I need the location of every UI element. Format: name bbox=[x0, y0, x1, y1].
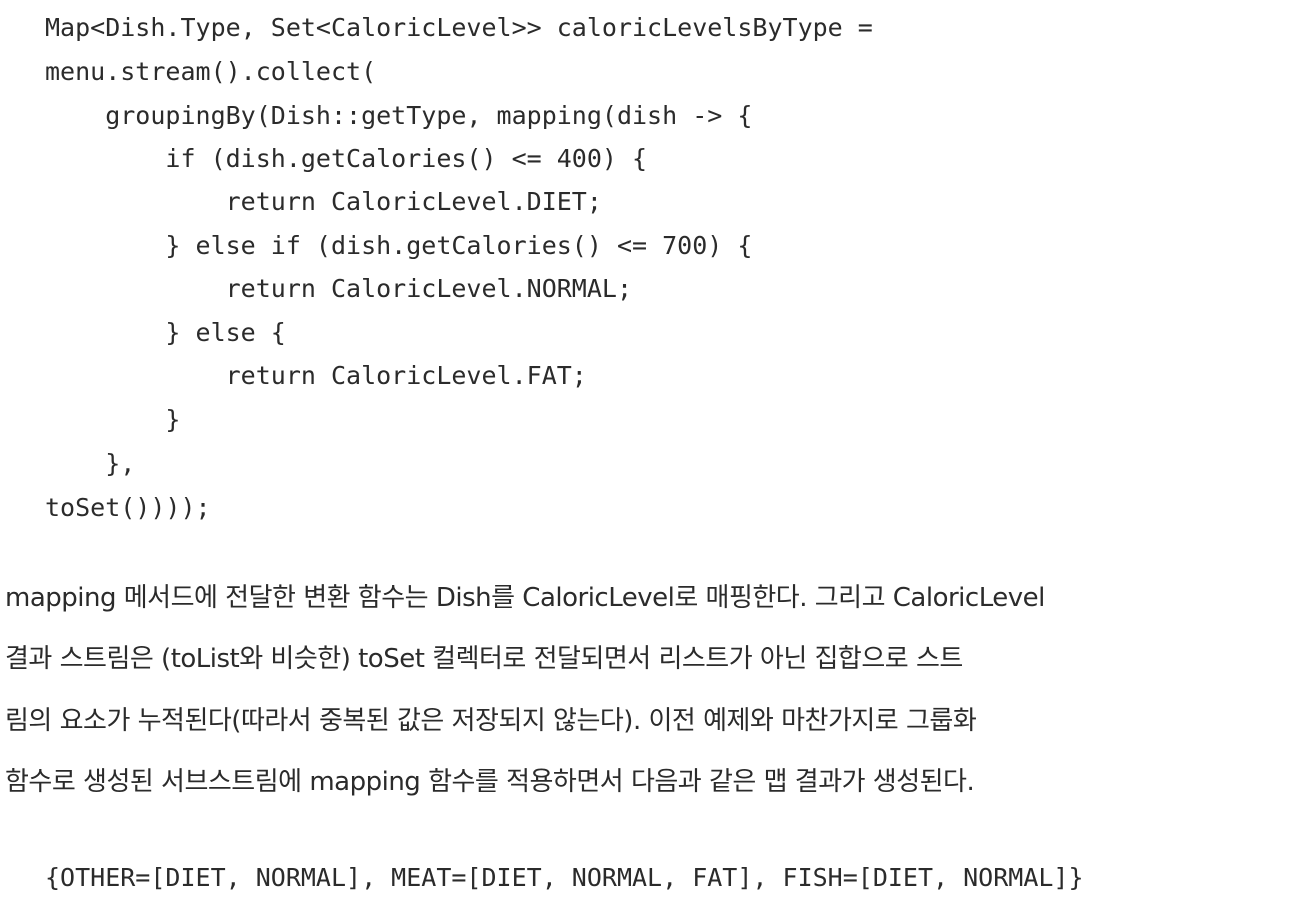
paragraph-line: 결과 스트림은 (toList와 비슷한) toSet 컬렉터로 전달되면서 리… bbox=[5, 644, 963, 674]
code-line: toSet()))); bbox=[45, 493, 211, 522]
result-output: {OTHER=[DIET, NORMAL], MEAT=[DIET, NORMA… bbox=[45, 863, 1084, 892]
code-line: return CaloricLevel.NORMAL; bbox=[45, 274, 632, 303]
code-line: groupingBy(Dish::getType, mapping(dish -… bbox=[45, 101, 753, 130]
code-line: if (dish.getCalories() <= 400) { bbox=[45, 144, 648, 173]
code-line: Map<Dish.Type, Set<CaloricLevel>> calori… bbox=[45, 13, 873, 42]
code-line: } bbox=[45, 405, 181, 434]
paragraph-line: 함수로 생성된 서브스트림에 mapping 함수를 적용하면서 다음과 같은 … bbox=[5, 767, 975, 797]
code-line: menu.stream().collect( bbox=[45, 57, 377, 86]
code-line: } else { bbox=[45, 318, 286, 347]
code-line: } else if (dish.getCalories() <= 700) { bbox=[45, 231, 753, 260]
code-line: }, bbox=[45, 449, 136, 478]
code-line: return CaloricLevel.FAT; bbox=[45, 361, 587, 390]
paragraph-line: mapping 메서드에 전달한 변환 함수는 Dish를 CaloricLev… bbox=[5, 583, 1045, 613]
code-line: return CaloricLevel.DIET; bbox=[45, 187, 602, 216]
paragraph-line: 림의 요소가 누적된다(따라서 중복된 값은 저장되지 않는다). 이전 예제와… bbox=[5, 706, 977, 736]
